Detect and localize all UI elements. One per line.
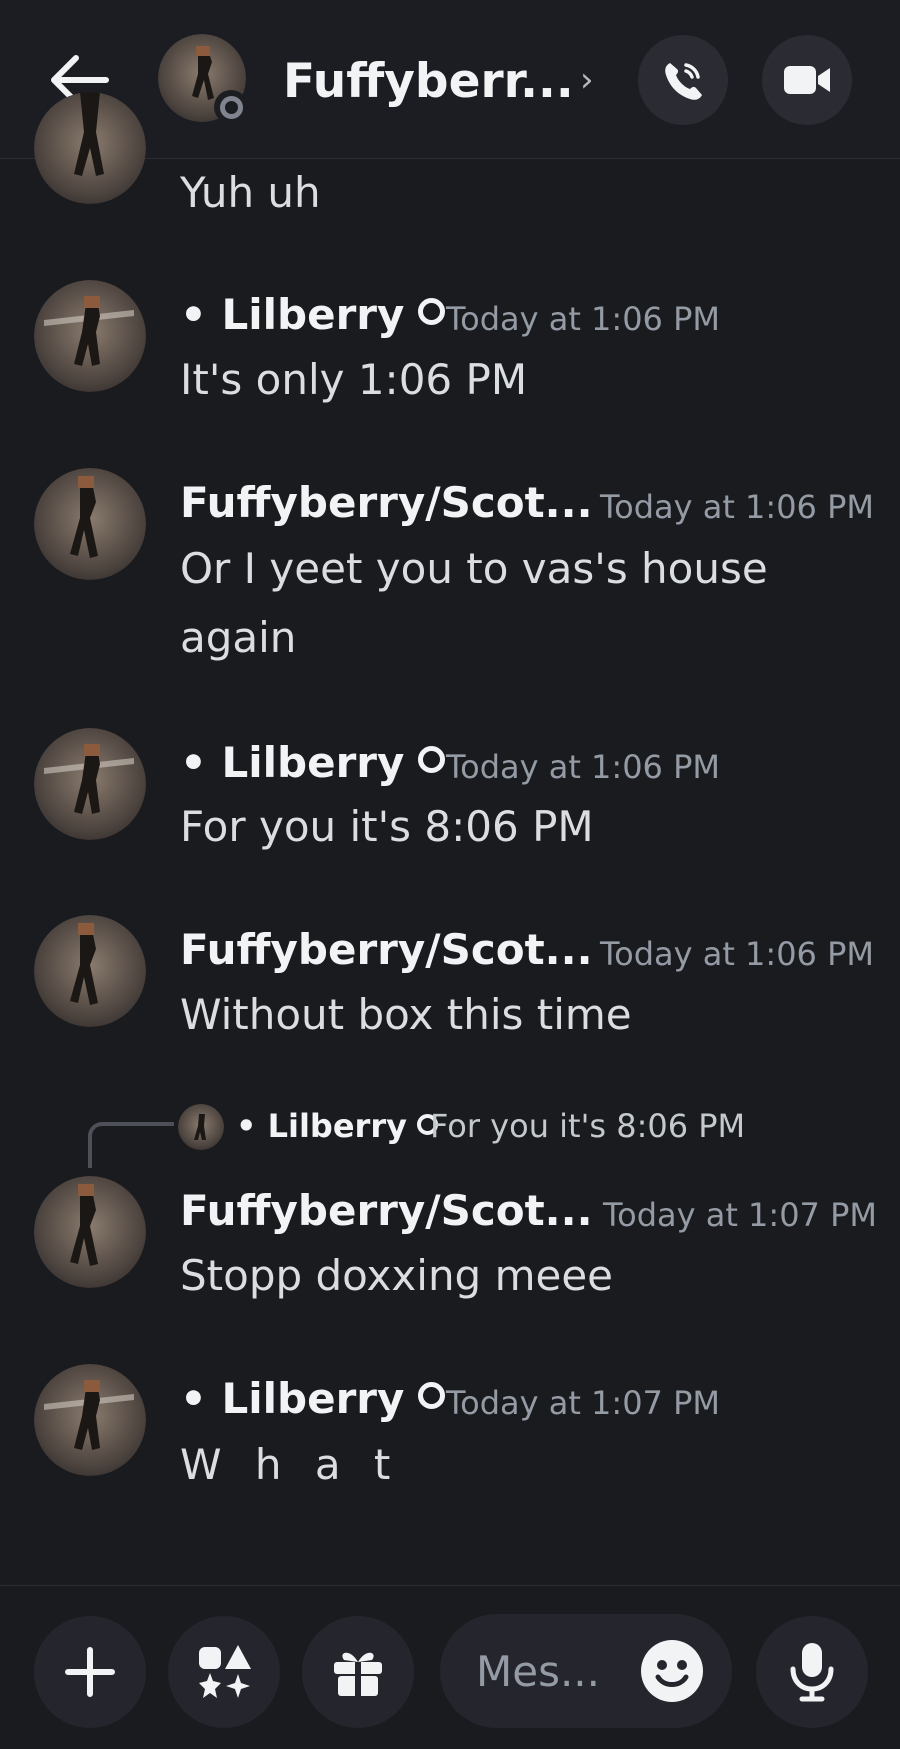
message-avatar[interactable] [34, 915, 146, 1027]
message-author[interactable]: Fuffyberry/Scot... [180, 1186, 593, 1235]
message-timestamp: Today at 1:07 PM [446, 1384, 720, 1422]
message-avatar[interactable] [34, 468, 146, 580]
message-avatar[interactable] [34, 280, 146, 392]
voice-call-button[interactable] [638, 35, 728, 125]
voice-message-button[interactable] [756, 1616, 868, 1728]
offline-status-icon [418, 1382, 446, 1409]
chevron-right-icon[interactable]: › [580, 60, 594, 100]
video-call-button[interactable] [762, 35, 852, 125]
gift-button[interactable] [302, 1616, 414, 1728]
message-text: Yuh uh [180, 168, 321, 217]
apps-icon [199, 1645, 251, 1698]
message-author[interactable]: • Lilberry [180, 290, 446, 339]
message-timestamp: Today at 1:06 PM [446, 748, 720, 786]
emoji-icon[interactable] [640, 1639, 704, 1703]
message-text: W h a t [180, 1440, 401, 1489]
message-text: again [180, 613, 297, 662]
reply-author[interactable]: • Lilberry [236, 1107, 438, 1145]
message-avatar[interactable] [34, 92, 146, 204]
reply-avatar[interactable] [178, 1104, 224, 1150]
message-author[interactable]: Fuffyberry/Scot... [180, 925, 593, 974]
message-avatar[interactable] [34, 1364, 146, 1476]
conversation-title[interactable]: Fuffyberr... [283, 54, 574, 109]
message-avatar[interactable] [34, 728, 146, 840]
reply-preview-text[interactable]: For you it's 8:06 PM [430, 1107, 745, 1145]
gift-icon [334, 1652, 382, 1696]
message-timestamp: Today at 1:06 PM [446, 300, 720, 338]
dm-screen: Fuffyberr... › Yuh uh • Lilberry Today a… [0, 0, 900, 1749]
message-text: Or I yeet you to vas's house [180, 544, 768, 593]
message-input-placeholder: Mes... [476, 1647, 601, 1696]
offline-status-icon [214, 90, 248, 124]
phone-call-icon [665, 63, 702, 100]
apps-button[interactable] [168, 1616, 280, 1728]
message-author[interactable]: • Lilberry [180, 1374, 446, 1423]
message-timestamp: Today at 1:07 PM [603, 1196, 877, 1234]
message-text: Without box this time [180, 990, 632, 1039]
message-author[interactable]: • Lilberry [180, 738, 446, 787]
plus-icon [65, 1647, 115, 1697]
message-text: It's only 1:06 PM [180, 355, 528, 404]
add-attachment-button[interactable] [34, 1616, 146, 1728]
composer-bar: Mes... [0, 1585, 900, 1749]
message-text: For you it's 8:06 PM [180, 802, 594, 851]
message-avatar[interactable] [34, 1176, 146, 1288]
microphone-icon [790, 1643, 834, 1702]
message-author[interactable]: Fuffyberry/Scot... [180, 478, 593, 527]
message-input[interactable]: Mes... [440, 1614, 732, 1728]
message-text: Stopp doxxing meee [180, 1251, 614, 1300]
message-timestamp: Today at 1:06 PM [600, 935, 874, 973]
message-timestamp: Today at 1:06 PM [600, 488, 874, 526]
offline-status-icon [418, 746, 446, 773]
offline-status-icon [418, 298, 446, 325]
video-camera-icon [784, 66, 830, 94]
reply-connector [88, 1122, 174, 1168]
